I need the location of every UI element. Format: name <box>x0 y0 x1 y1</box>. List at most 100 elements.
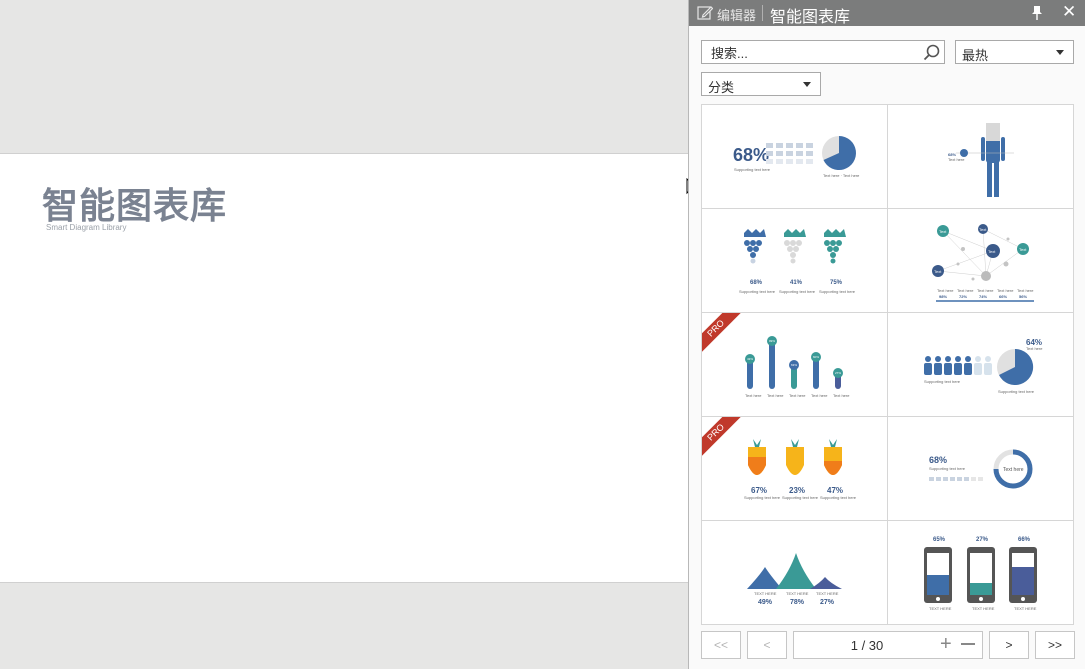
caption: Text here <box>948 157 965 162</box>
stat-value: 74% <box>979 294 987 299</box>
caption: Text here <box>997 288 1014 293</box>
zoom-out-icon[interactable] <box>961 643 975 645</box>
close-icon[interactable]: ✕ <box>1062 2 1076 22</box>
category-dropdown[interactable]: 分类 <box>701 72 821 96</box>
stat-value: 49% <box>758 599 773 606</box>
stat-value: 43% <box>747 357 753 361</box>
edit-icon[interactable] <box>697 5 713 21</box>
node-label: Text <box>939 229 947 234</box>
template-card-1[interactable]: 68% Supporting text here Text here · Tex… <box>702 105 888 209</box>
stat-value: 66% <box>1018 537 1031 543</box>
stat-value: 27% <box>976 537 989 543</box>
node-label: Text <box>1019 247 1027 252</box>
caption: Supporting text here <box>779 289 816 294</box>
search-box <box>701 40 945 64</box>
template-card-4[interactable]: Text Text Text Text Text Text here Text … <box>888 209 1074 313</box>
caption: Text here <box>767 393 784 398</box>
stat-value: 98% <box>939 294 947 299</box>
next-page-button[interactable]: > <box>989 631 1029 659</box>
caption: Supporting text here <box>819 289 856 294</box>
template-card-5[interactable]: 43% 99% 63% 60% 27% Text here Text here … <box>702 313 888 417</box>
first-page-button[interactable]: << <box>701 631 741 659</box>
slide-canvas[interactable]: 智能图表库 Smart Diagram Library <box>0 153 688 583</box>
side-label: Text here <box>1026 346 1043 351</box>
template-thumbnail: 68% 41% 75% Supporting text here Support… <box>739 229 856 294</box>
stat-value: 27% <box>820 599 835 606</box>
template-thumbnail: TEXT HERE TEXT HERE TEXT HERE 49% 78% 27… <box>747 553 842 606</box>
page-number-text: 1 / 30 <box>850 638 884 653</box>
slide-subtitle: Smart Diagram Library <box>46 223 127 232</box>
pin-icon[interactable] <box>1030 5 1044 21</box>
stat-value: 78% <box>790 599 805 606</box>
panel-title-bar: 编辑器 智能图表库 ✕ <box>689 0 1085 26</box>
stat-value: 68% <box>733 145 769 165</box>
stat-value: 65% <box>933 537 946 543</box>
template-thumbnail: 68% Supporting text here Text here <box>929 449 1033 489</box>
panel-title: 智能图表库 <box>770 9 851 26</box>
stat-value: 23% <box>789 486 805 495</box>
caption: Supporting text here <box>929 466 966 471</box>
category-selected: 分类 <box>708 80 735 95</box>
caption: Text here <box>957 288 974 293</box>
template-thumbnail: 67% 23% 47% Supporting text here Support… <box>744 439 857 500</box>
template-thumbnail: Text Text Text Text Text Text here Text … <box>932 224 1034 302</box>
caption: TEXT HERE <box>1014 606 1037 611</box>
node-label: Text <box>934 269 942 274</box>
template-card-2[interactable]: 68% Text here <box>888 105 1074 209</box>
side-label: Text here · Text here <box>823 173 860 178</box>
caption: Supporting text here <box>924 379 961 384</box>
caption: Text here <box>977 288 994 293</box>
stat-value: 63% <box>791 363 797 367</box>
editor-button[interactable]: 编辑器 <box>717 5 756 24</box>
stat-value: 68% <box>750 280 763 286</box>
caption: TEXT HERE <box>972 606 995 611</box>
template-thumbnail: 43% 99% 63% 60% 27% Text here Text here … <box>745 336 850 398</box>
caption: Text here <box>833 393 850 398</box>
template-thumbnail: 65% 27% 66% TEXT HERE TEXT HERE TEXT HER… <box>924 537 1037 611</box>
caption: TEXT HERE <box>754 591 777 596</box>
template-thumbnail: 68% Supporting text here Text here · Tex… <box>733 136 860 178</box>
stat-value: 75% <box>830 280 843 286</box>
stat-value: 41% <box>790 280 803 286</box>
caption: Text here <box>937 288 954 293</box>
template-card-9[interactable]: TEXT HERE TEXT HERE TEXT HERE 49% 78% 27… <box>702 521 888 625</box>
stat-value: 72% <box>959 294 967 299</box>
template-thumbnail: 68% Text here <box>948 123 1014 197</box>
template-card-6[interactable]: Supporting text here 64% Text here Suppo… <box>888 313 1074 417</box>
diagram-library-panel: 编辑器 智能图表库 ✕ 最热 分类 68% <box>688 0 1085 669</box>
last-page-button[interactable]: >> <box>1035 631 1075 659</box>
caption: Text here <box>811 393 828 398</box>
chevron-down-icon <box>1056 50 1064 55</box>
center-text: Text here <box>1003 467 1024 473</box>
chevron-down-icon <box>803 82 811 87</box>
template-thumbnail: Supporting text here 64% Text here Suppo… <box>924 338 1043 394</box>
prev-page-button[interactable]: < <box>747 631 787 659</box>
search-icon[interactable] <box>923 44 940 61</box>
zoom-in-icon[interactable]: + <box>940 633 952 656</box>
caption: Text here <box>789 393 806 398</box>
template-card-10[interactable]: 65% 27% 66% TEXT HERE TEXT HERE TEXT HER… <box>888 521 1074 625</box>
template-grid: 68% Supporting text here Text here · Tex… <box>701 104 1074 625</box>
stat-value: 68% <box>929 455 947 465</box>
node-label: Text <box>988 249 996 254</box>
title-divider <box>762 5 763 21</box>
template-card-8[interactable]: 68% Supporting text here Text here <box>888 417 1074 521</box>
template-card-7[interactable]: 67% 23% 47% Supporting text here Support… <box>702 417 888 521</box>
node-label: Text <box>979 227 987 232</box>
sort-selected: 最热 <box>962 48 989 63</box>
sort-dropdown[interactable]: 最热 <box>955 40 1074 64</box>
slide-title: 智能图表库 <box>42 185 228 226</box>
stat-value: 27% <box>835 371 841 375</box>
caption: TEXT HERE <box>816 591 839 596</box>
caption: Supporting text here <box>739 289 776 294</box>
stat-value: 56% <box>1019 294 1027 299</box>
search-input[interactable] <box>709 42 923 64</box>
caption: Supporting text here <box>782 495 819 500</box>
template-card-3[interactable]: 68% 41% 75% Supporting text here Support… <box>702 209 888 313</box>
caption: Supporting text here <box>744 495 781 500</box>
caption: Supporting text here <box>820 495 857 500</box>
page-indicator: 1 / 30 + <box>793 631 983 659</box>
stat-value: 60% <box>813 355 819 359</box>
caption: TEXT HERE <box>786 591 809 596</box>
stat-value: 66% <box>999 294 1007 299</box>
